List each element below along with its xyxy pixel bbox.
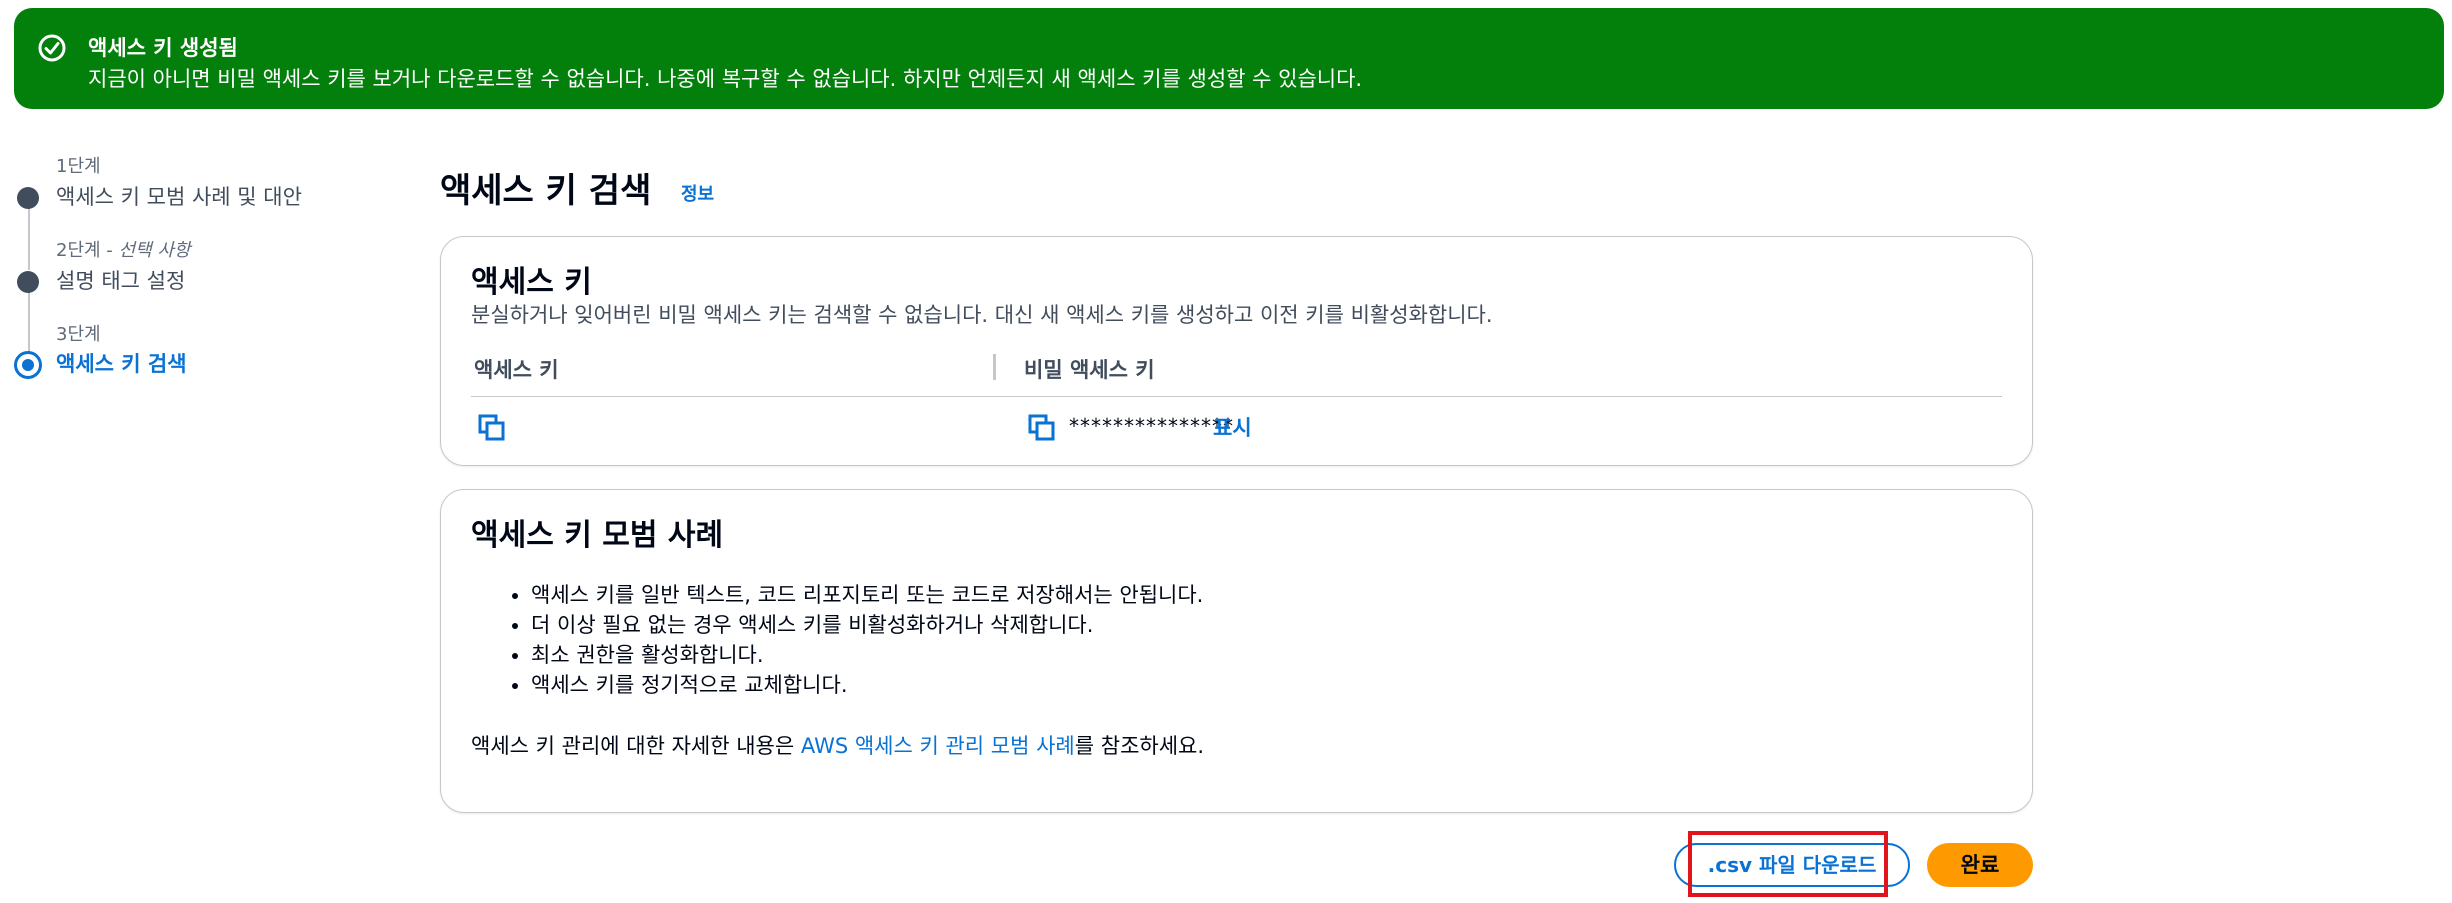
access-key-panel-description: 분실하거나 잊어버린 비밀 액세스 키는 검색할 수 없습니다. 대신 새 액세… [471, 303, 1493, 327]
step-2-optional: 선택 사항 [118, 240, 191, 261]
best-practices-list: 액세스 키를 일반 텍스트, 코드 리포지토리 또는 코드로 저장해서는 안됩니… [501, 580, 1203, 700]
step-2-title[interactable]: 설명 태그 설정 [56, 265, 185, 295]
flash-message: 지금이 아니면 비밀 액세스 키를 보거나 다운로드할 수 없습니다. 나중에 … [88, 67, 1363, 91]
footer-prefix: 액세스 키 관리에 대한 자세한 내용은 [471, 734, 801, 758]
best-practices-title: 액세스 키 모범 사례 [471, 518, 724, 553]
wizard-steps: 1단계 액세스 키 모범 사례 및 대안 2단계 - 선택 사항 설명 태그 설… [0, 140, 420, 400]
step-3-number: 3단계 [56, 324, 101, 345]
best-practices-panel: 액세스 키 모범 사례 액세스 키를 일반 텍스트, 코드 리포지토리 또는 코… [440, 489, 2033, 813]
footer-suffix: 를 참조하세요. [1074, 734, 1205, 758]
step-2-number: 2단계 - 선택 사항 [56, 236, 191, 262]
step-1-title[interactable]: 액세스 키 모범 사례 및 대안 [56, 181, 302, 211]
highlight-box [1688, 831, 1888, 897]
step-3-title: 액세스 키 검색 [56, 352, 187, 376]
access-key-panel-title: 액세스 키 [471, 265, 592, 300]
info-link[interactable]: 정보 [681, 180, 714, 206]
list-item: 더 이상 필요 없는 경우 액세스 키를 비활성화하거나 삭제합니다. [531, 610, 1203, 640]
show-secret-key-link[interactable]: 표시 [1213, 412, 1252, 442]
secret-key-column-header: 비밀 액세스 키 [1024, 358, 1155, 382]
step-separator: - [100, 240, 119, 261]
step-connector [28, 200, 30, 270]
best-practices-doc-link[interactable]: AWS 액세스 키 관리 모범 사례 [801, 734, 1075, 758]
column-divider [993, 354, 996, 380]
list-item: 최소 권한을 활성화합니다. [531, 640, 1203, 670]
secret-key-masked: *************** [1069, 414, 1234, 438]
success-flash-banner: 액세스 키 생성됨 지금이 아니면 비밀 액세스 키를 보거나 다운로드할 수 … [14, 8, 2444, 109]
done-button[interactable]: 완료 [1927, 843, 2033, 887]
copy-access-key-icon[interactable] [477, 413, 507, 443]
step-3-dot-current [14, 351, 42, 379]
check-circle-icon [38, 34, 66, 62]
list-item: 액세스 키를 일반 텍스트, 코드 리포지토리 또는 코드로 저장해서는 안됩니… [531, 580, 1203, 610]
step-2-number-text: 2단계 [56, 240, 101, 261]
access-key-column-header: 액세스 키 [474, 358, 559, 382]
flash-title: 액세스 키 생성됨 [88, 36, 238, 60]
access-key-panel: 액세스 키 분실하거나 잊어버린 비밀 액세스 키는 검색할 수 없습니다. 대… [440, 236, 2033, 466]
best-practices-footer: 액세스 키 관리에 대한 자세한 내용은 AWS 액세스 키 관리 모범 사례를… [471, 730, 1204, 760]
step-connector [28, 283, 30, 353]
step-1-dot [17, 187, 39, 209]
copy-secret-key-icon[interactable] [1027, 413, 1057, 443]
page-title: 액세스 키 검색 [440, 171, 652, 211]
list-item: 액세스 키를 정기적으로 교체합니다. [531, 670, 1203, 700]
table-divider [471, 396, 2002, 397]
step-2-dot [17, 271, 39, 293]
step-1-number: 1단계 [56, 156, 101, 177]
